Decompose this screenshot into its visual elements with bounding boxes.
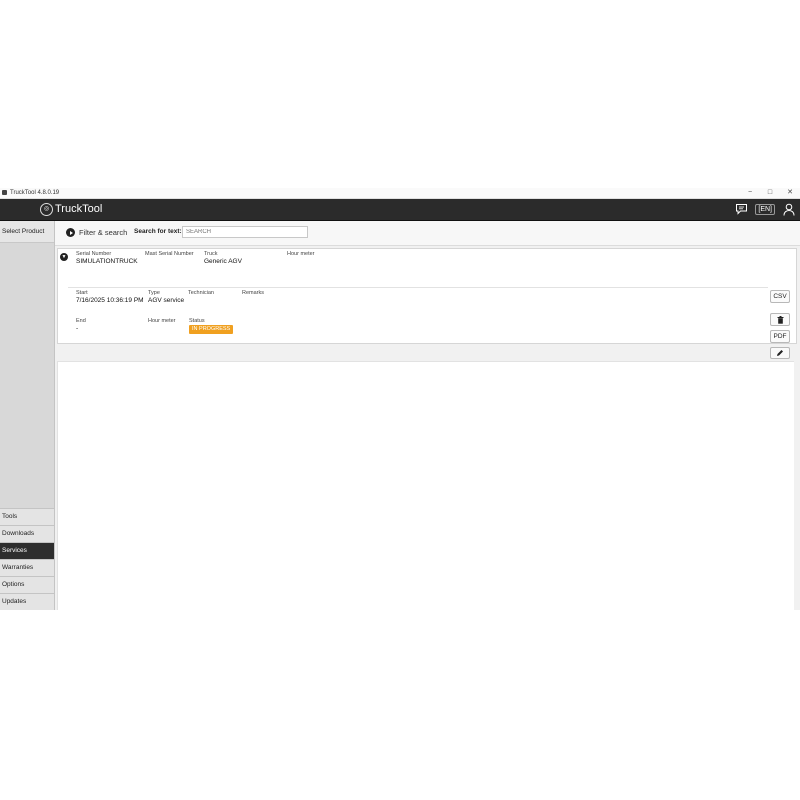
technician-label: Technician	[188, 290, 214, 296]
sidebar-item-options[interactable]: Options	[0, 576, 54, 593]
serial-number-label: Serial Number	[76, 251, 112, 257]
chat-icon[interactable]	[734, 202, 749, 216]
search-input[interactable]	[182, 226, 308, 238]
start-label: Start	[76, 290, 88, 296]
sidebar-item-downloads[interactable]: Downloads	[0, 525, 54, 542]
window-controls: − □ ✕	[746, 188, 794, 198]
end-value: -	[76, 325, 79, 332]
minimize-button[interactable]: −	[746, 188, 754, 198]
hour-meter-end-label: Hour meter	[148, 318, 176, 324]
type-value: AGV service	[148, 297, 185, 304]
remarks-label: Remarks	[242, 290, 265, 296]
hour-meter-label: Hour meter	[287, 251, 315, 257]
card-divider	[68, 287, 768, 288]
app-name: TruckTool	[55, 203, 103, 215]
search-label: Search for text:	[134, 228, 182, 235]
start-value: 7/16/2025 10:36:19 PM	[76, 297, 144, 304]
expand-filter-icon[interactable]	[66, 228, 75, 237]
header-actions: [EN]	[734, 202, 796, 216]
window-titlebar: TruckTool 4.8.0.19 − □ ✕	[0, 188, 800, 199]
truck-label: Truck	[204, 251, 218, 257]
truck-value: Generic AGV	[204, 258, 242, 265]
filter-bar: Filter & search Search for text:	[55, 221, 800, 246]
sidebar-item-warranties[interactable]: Warranties	[0, 559, 54, 576]
maximize-button[interactable]: □	[766, 188, 774, 198]
edit-button[interactable]	[770, 347, 790, 359]
mast-serial-label: Mast Serial Number	[145, 251, 194, 257]
language-selector[interactable]: [EN]	[755, 203, 775, 215]
pencil-icon	[777, 350, 783, 356]
trash-icon	[777, 316, 783, 324]
status-badge: IN PROGRESS	[189, 325, 234, 334]
serial-number-value: SIMULATIONTRUCK	[76, 258, 138, 265]
sidebar: Select Product Tools Downloads Services …	[0, 221, 55, 610]
sidebar-nav: Tools Downloads Services Warranties Opti…	[0, 508, 54, 610]
app-header: ◎ TruckTool [EN]	[0, 199, 800, 221]
results-area	[57, 361, 794, 610]
end-label: End	[76, 318, 86, 324]
sidebar-item-tools[interactable]: Tools	[0, 508, 54, 525]
collapse-icon[interactable]: ▼	[60, 253, 68, 261]
filter-search-toggle[interactable]: Filter & search	[79, 228, 127, 237]
pdf-button[interactable]: PDF	[770, 330, 790, 343]
service-record-card: ▼ Serial Number SIMULATIONTRUCK Mast Ser…	[57, 248, 797, 359]
close-button[interactable]: ✕	[786, 188, 794, 198]
csv-button[interactable]: CSV	[770, 290, 790, 303]
status-label: Status	[189, 318, 205, 324]
main-content: Filter & search Search for text: ▼ Seria…	[55, 221, 800, 610]
window-title: TruckTool 4.8.0.19	[10, 190, 60, 196]
type-label: Type	[148, 290, 160, 296]
app-icon	[2, 190, 7, 195]
delete-button[interactable]	[770, 313, 790, 326]
user-icon[interactable]	[781, 202, 796, 216]
sidebar-item-updates[interactable]: Updates	[0, 593, 54, 610]
sidebar-item-services[interactable]: Services	[0, 542, 54, 559]
truck-logo-icon: ◎	[40, 203, 53, 216]
select-product-button[interactable]: Select Product	[0, 221, 54, 243]
app-window: TruckTool 4.8.0.19 − □ ✕ ◎ TruckTool [EN…	[0, 188, 800, 610]
